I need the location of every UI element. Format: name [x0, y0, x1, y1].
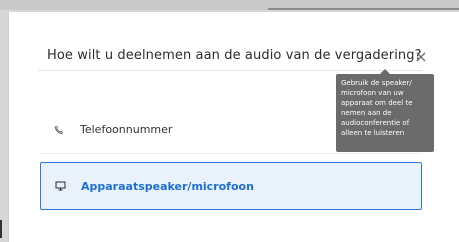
window-top-bar	[0, 0, 459, 10]
close-icon[interactable]: ×	[414, 49, 428, 65]
device-option-tooltip: Gebruik de speaker/ microfoon van uw app…	[336, 69, 434, 152]
option-device-speaker-microphone[interactable]: Apparaatspeaker/microfoon	[40, 162, 422, 210]
dialog-title: Hoe wilt u deelnemen aan de audio van de…	[47, 48, 422, 63]
title-divider	[38, 70, 422, 71]
background-edge-mark	[0, 220, 2, 238]
option-label-phone: Telefoonnummer	[80, 123, 173, 136]
monitor-icon	[55, 181, 75, 191]
phone-icon	[54, 125, 74, 135]
top-bar-underline	[268, 8, 459, 10]
option-label-device: Apparaatspeaker/microfoon	[81, 179, 254, 193]
